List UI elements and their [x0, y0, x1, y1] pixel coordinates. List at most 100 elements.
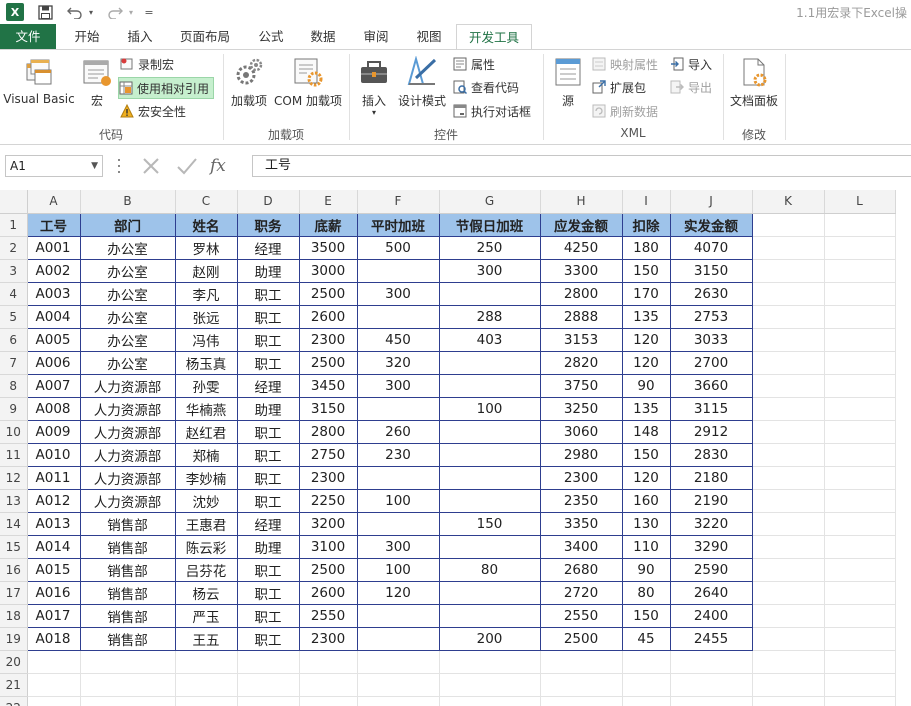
data-cell[interactable]: 3033 — [669, 327, 753, 352]
data-cell[interactable]: 230 — [356, 442, 440, 467]
data-cell[interactable]: 2700 — [669, 350, 753, 375]
data-cell[interactable]: 杨云 — [174, 580, 238, 605]
empty-cell[interactable] — [751, 695, 825, 706]
column-header-c[interactable]: C — [175, 190, 238, 214]
row-header[interactable]: 14 — [0, 512, 28, 536]
empty-cell[interactable] — [751, 580, 825, 605]
row-header[interactable]: 7 — [0, 351, 28, 375]
data-cell[interactable]: 120 — [356, 580, 440, 605]
empty-cell[interactable] — [298, 695, 358, 706]
data-cell[interactable]: A004 — [26, 304, 81, 329]
row-header[interactable]: 18 — [0, 604, 28, 628]
row-header[interactable]: 12 — [0, 466, 28, 490]
data-cell[interactable]: A005 — [26, 327, 81, 352]
data-cell[interactable]: 260 — [356, 419, 440, 444]
empty-cell[interactable] — [621, 695, 671, 706]
empty-cell[interactable] — [539, 695, 623, 706]
data-cell[interactable]: 2888 — [539, 304, 623, 329]
data-cell[interactable]: 120 — [621, 327, 671, 352]
data-cell[interactable]: 3200 — [298, 511, 358, 536]
empty-cell[interactable] — [539, 672, 623, 697]
data-cell[interactable] — [356, 396, 440, 421]
data-cell[interactable]: 2680 — [539, 557, 623, 582]
row-header[interactable]: 8 — [0, 374, 28, 398]
row-header[interactable]: 17 — [0, 581, 28, 605]
row-header[interactable]: 6 — [0, 328, 28, 352]
data-cell[interactable]: 陈云彩 — [174, 534, 238, 559]
column-title-cell[interactable]: 姓名 — [174, 212, 238, 237]
column-header-d[interactable]: D — [237, 190, 300, 214]
macro-security-button[interactable]: 宏安全性 — [120, 101, 186, 121]
tab-page-layout[interactable]: 页面布局 — [172, 24, 238, 49]
worksheet-table[interactable]: ABCDEFGHIJKL 1 工号 部门 姓名 职务 底薪 平时加班 节假日加班 应发金额 扣除实… — [0, 190, 896, 706]
column-title-cell[interactable]: 部门 — [79, 212, 176, 237]
macros-button[interactable]: 宏 — [80, 54, 114, 124]
data-cell[interactable]: 300 — [438, 258, 541, 283]
data-cell[interactable]: 148 — [621, 419, 671, 444]
column-header-j[interactable]: J — [670, 190, 753, 214]
data-cell[interactable]: 2300 — [539, 465, 623, 490]
empty-cell[interactable] — [621, 672, 671, 697]
data-cell[interactable]: 300 — [356, 373, 440, 398]
empty-cell[interactable] — [236, 649, 300, 674]
empty-cell[interactable] — [174, 649, 238, 674]
data-cell[interactable]: A002 — [26, 258, 81, 283]
map-properties-button[interactable]: 映射属性 — [592, 54, 658, 74]
column-header-i[interactable]: I — [622, 190, 671, 214]
data-cell[interactable]: 170 — [621, 281, 671, 306]
data-cell[interactable]: A014 — [26, 534, 81, 559]
data-cell[interactable] — [438, 281, 541, 306]
column-title-cell[interactable]: 实发金额 — [669, 212, 753, 237]
empty-cell[interactable] — [823, 258, 896, 283]
view-code-button[interactable]: 查看代码 — [453, 77, 519, 97]
row-header[interactable]: 19 — [0, 627, 28, 651]
data-cell[interactable]: 严玉 — [174, 603, 238, 628]
empty-cell[interactable] — [669, 672, 753, 697]
xml-export-button[interactable]: 导出 — [670, 77, 712, 97]
data-cell[interactable]: 3150 — [298, 396, 358, 421]
data-cell[interactable]: 180 — [621, 235, 671, 260]
data-cell[interactable] — [438, 350, 541, 375]
formula-input[interactable]: 工号 — [252, 155, 911, 177]
data-cell[interactable] — [438, 488, 541, 513]
column-header-g[interactable]: G — [439, 190, 541, 214]
tab-developer[interactable]: 开发工具 — [456, 24, 532, 49]
data-cell[interactable]: 200 — [438, 626, 541, 651]
empty-cell[interactable] — [26, 649, 81, 674]
data-cell[interactable]: 郑楠 — [174, 442, 238, 467]
data-cell[interactable]: 职工 — [236, 603, 300, 628]
data-cell[interactable]: 3400 — [539, 534, 623, 559]
data-cell[interactable]: 110 — [621, 534, 671, 559]
data-cell[interactable] — [438, 580, 541, 605]
empty-cell[interactable] — [174, 672, 238, 697]
data-cell[interactable]: 2830 — [669, 442, 753, 467]
data-cell[interactable]: 3100 — [298, 534, 358, 559]
data-cell[interactable]: A010 — [26, 442, 81, 467]
insert-control-button[interactable]: 插入 ▾ — [354, 54, 394, 124]
data-cell[interactable]: 2590 — [669, 557, 753, 582]
data-cell[interactable]: 冯伟 — [174, 327, 238, 352]
column-header-b[interactable]: B — [80, 190, 176, 214]
data-cell[interactable]: 2550 — [539, 603, 623, 628]
data-cell[interactable]: 沈妙 — [174, 488, 238, 513]
column-title-cell[interactable]: 扣除 — [621, 212, 671, 237]
data-cell[interactable]: 3060 — [539, 419, 623, 444]
empty-cell[interactable] — [356, 672, 440, 697]
data-cell[interactable]: A003 — [26, 281, 81, 306]
data-cell[interactable]: 杨玉真 — [174, 350, 238, 375]
data-cell[interactable]: 320 — [356, 350, 440, 375]
empty-cell[interactable] — [751, 373, 825, 398]
data-cell[interactable]: 3750 — [539, 373, 623, 398]
data-cell[interactable]: 职工 — [236, 419, 300, 444]
data-cell[interactable]: 销售部 — [79, 557, 176, 582]
xml-source-button[interactable]: 源 — [548, 54, 588, 124]
empty-cell[interactable] — [823, 695, 896, 706]
data-cell[interactable]: 助理 — [236, 396, 300, 421]
empty-cell[interactable] — [236, 672, 300, 697]
data-cell[interactable] — [356, 603, 440, 628]
data-cell[interactable]: 4070 — [669, 235, 753, 260]
data-cell[interactable]: 2720 — [539, 580, 623, 605]
data-cell[interactable]: 经理 — [236, 373, 300, 398]
empty-cell[interactable] — [823, 327, 896, 352]
undo-dropdown[interactable]: ▾ — [86, 2, 96, 22]
